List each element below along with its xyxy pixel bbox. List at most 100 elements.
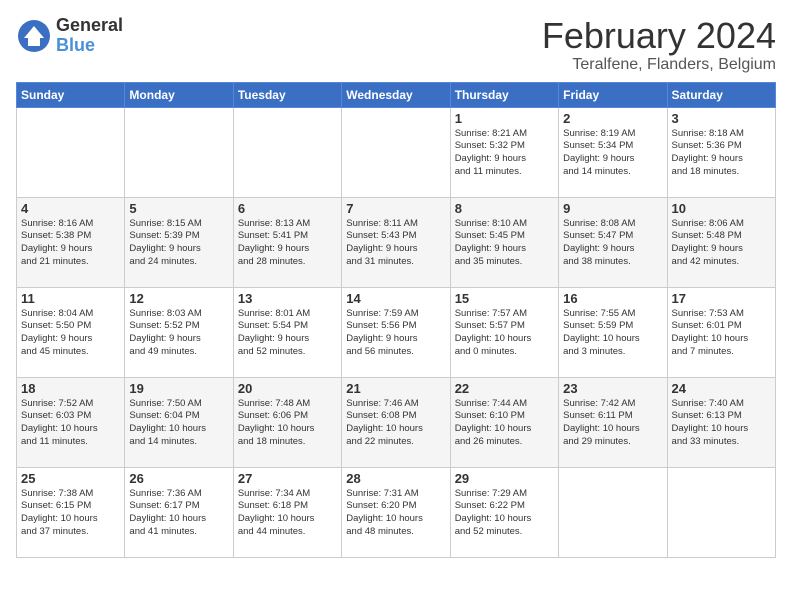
calendar-cell <box>667 467 775 557</box>
calendar-cell <box>125 107 233 197</box>
week-row-5: 25 Sunrise: 7:38 AM Sunset: 6:15 PM Dayli… <box>17 467 776 557</box>
calendar-subtitle: Teralfene, Flanders, Belgium <box>542 56 776 74</box>
day-header-saturday: Saturday <box>667 82 775 107</box>
day-info: Sunrise: 7:53 AM Sunset: 6:01 PM Dayligh… <box>672 308 771 359</box>
day-number: 24 <box>672 381 771 396</box>
day-number: 13 <box>238 291 337 306</box>
day-info: Sunrise: 7:31 AM Sunset: 6:20 PM Dayligh… <box>346 488 445 539</box>
day-info: Sunrise: 7:55 AM Sunset: 5:59 PM Dayligh… <box>563 308 662 359</box>
day-info: Sunrise: 8:13 AM Sunset: 5:41 PM Dayligh… <box>238 218 337 269</box>
day-number: 19 <box>129 381 228 396</box>
day-number: 15 <box>455 291 554 306</box>
day-header-sunday: Sunday <box>17 82 125 107</box>
day-info: Sunrise: 8:15 AM Sunset: 5:39 PM Dayligh… <box>129 218 228 269</box>
calendar-cell: 1 Sunrise: 8:21 AM Sunset: 5:32 PM Daylig… <box>450 107 558 197</box>
day-number: 28 <box>346 471 445 486</box>
calendar-cell: 16 Sunrise: 7:55 AM Sunset: 5:59 PM Dayli… <box>559 287 667 377</box>
calendar-cell: 14 Sunrise: 7:59 AM Sunset: 5:56 PM Dayli… <box>342 287 450 377</box>
day-info: Sunrise: 7:29 AM Sunset: 6:22 PM Dayligh… <box>455 488 554 539</box>
day-number: 14 <box>346 291 445 306</box>
calendar-cell: 9Sunrise: 8:08 AM Sunset: 5:47 PM Daylig… <box>559 197 667 287</box>
day-info: Sunrise: 8:16 AM Sunset: 5:38 PM Dayligh… <box>21 218 120 269</box>
day-info: Sunrise: 7:40 AM Sunset: 6:13 PM Dayligh… <box>672 398 771 449</box>
day-header-friday: Friday <box>559 82 667 107</box>
day-info: Sunrise: 7:42 AM Sunset: 6:11 PM Dayligh… <box>563 398 662 449</box>
logo: General Blue <box>16 16 123 56</box>
week-row-1: 1 Sunrise: 8:21 AM Sunset: 5:32 PM Daylig… <box>17 107 776 197</box>
logo-icon <box>16 18 52 54</box>
calendar-cell: 18 Sunrise: 7:52 AM Sunset: 6:03 PM Dayli… <box>17 377 125 467</box>
day-info: Sunrise: 7:48 AM Sunset: 6:06 PM Dayligh… <box>238 398 337 449</box>
calendar-cell: 27 Sunrise: 7:34 AM Sunset: 6:18 PM Dayli… <box>233 467 341 557</box>
title-section: February 2024 Teralfene, Flanders, Belgi… <box>542 16 776 74</box>
logo-general: General <box>56 16 123 36</box>
calendar-cell: 24 Sunrise: 7:40 AM Sunset: 6:13 PM Dayli… <box>667 377 775 467</box>
calendar-cell <box>559 467 667 557</box>
calendar-cell: 29Sunrise: 7:29 AM Sunset: 6:22 PM Dayli… <box>450 467 558 557</box>
day-number: 5 <box>129 201 228 216</box>
day-header-wednesday: Wednesday <box>342 82 450 107</box>
day-number: 17 <box>672 291 771 306</box>
week-row-3: 11 Sunrise: 8:04 AM Sunset: 5:50 PM Dayli… <box>17 287 776 377</box>
calendar-cell: 17 Sunrise: 7:53 AM Sunset: 6:01 PM Dayli… <box>667 287 775 377</box>
week-row-4: 18 Sunrise: 7:52 AM Sunset: 6:03 PM Dayli… <box>17 377 776 467</box>
calendar-cell: 22Sunrise: 7:44 AM Sunset: 6:10 PM Dayli… <box>450 377 558 467</box>
calendar-cell: 28 Sunrise: 7:31 AM Sunset: 6:20 PM Dayli… <box>342 467 450 557</box>
calendar-cell: 8Sunrise: 8:10 AM Sunset: 5:45 PM Daylig… <box>450 197 558 287</box>
day-info: Sunrise: 7:50 AM Sunset: 6:04 PM Dayligh… <box>129 398 228 449</box>
calendar-cell <box>342 107 450 197</box>
day-info: Sunrise: 8:21 AM Sunset: 5:32 PM Dayligh… <box>455 128 554 179</box>
day-number: 7 <box>346 201 445 216</box>
week-row-2: 4 Sunrise: 8:16 AM Sunset: 5:38 PM Daylig… <box>17 197 776 287</box>
day-info: Sunrise: 7:36 AM Sunset: 6:17 PM Dayligh… <box>129 488 228 539</box>
day-info: Sunrise: 7:57 AM Sunset: 5:57 PM Dayligh… <box>455 308 554 359</box>
day-number: 8 <box>455 201 554 216</box>
day-number: 27 <box>238 471 337 486</box>
calendar-cell: 25 Sunrise: 7:38 AM Sunset: 6:15 PM Dayli… <box>17 467 125 557</box>
day-info: Sunrise: 8:19 AM Sunset: 5:34 PM Dayligh… <box>563 128 662 179</box>
day-info: Sunrise: 8:18 AM Sunset: 5:36 PM Dayligh… <box>672 128 771 179</box>
page-header: General Blue February 2024 Teralfene, Fl… <box>16 16 776 74</box>
day-number: 2 <box>563 111 662 126</box>
calendar-cell <box>233 107 341 197</box>
calendar-cell: 13 Sunrise: 8:01 AM Sunset: 5:54 PM Dayli… <box>233 287 341 377</box>
day-info: Sunrise: 7:59 AM Sunset: 5:56 PM Dayligh… <box>346 308 445 359</box>
day-info: Sunrise: 8:06 AM Sunset: 5:48 PM Dayligh… <box>672 218 771 269</box>
day-number: 22 <box>455 381 554 396</box>
day-number: 9 <box>563 201 662 216</box>
calendar-cell: 10Sunrise: 8:06 AM Sunset: 5:48 PM Dayli… <box>667 197 775 287</box>
calendar-cell: 5 Sunrise: 8:15 AM Sunset: 5:39 PM Daylig… <box>125 197 233 287</box>
day-info: Sunrise: 7:34 AM Sunset: 6:18 PM Dayligh… <box>238 488 337 539</box>
day-number: 20 <box>238 381 337 396</box>
day-number: 12 <box>129 291 228 306</box>
day-number: 16 <box>563 291 662 306</box>
day-number: 11 <box>21 291 120 306</box>
day-info: Sunrise: 8:04 AM Sunset: 5:50 PM Dayligh… <box>21 308 120 359</box>
calendar-cell: 26 Sunrise: 7:36 AM Sunset: 6:17 PM Dayli… <box>125 467 233 557</box>
calendar-cell: 19 Sunrise: 7:50 AM Sunset: 6:04 PM Dayli… <box>125 377 233 467</box>
calendar-cell: 3 Sunrise: 8:18 AM Sunset: 5:36 PM Daylig… <box>667 107 775 197</box>
day-number: 25 <box>21 471 120 486</box>
day-header-thursday: Thursday <box>450 82 558 107</box>
day-info: Sunrise: 8:03 AM Sunset: 5:52 PM Dayligh… <box>129 308 228 359</box>
day-info: Sunrise: 7:52 AM Sunset: 6:03 PM Dayligh… <box>21 398 120 449</box>
day-number: 21 <box>346 381 445 396</box>
day-number: 26 <box>129 471 228 486</box>
day-headers: SundayMondayTuesdayWednesdayThursdayFrid… <box>17 82 776 107</box>
day-info: Sunrise: 7:38 AM Sunset: 6:15 PM Dayligh… <box>21 488 120 539</box>
calendar-table: SundayMondayTuesdayWednesdayThursdayFrid… <box>16 82 776 558</box>
day-info: Sunrise: 8:01 AM Sunset: 5:54 PM Dayligh… <box>238 308 337 359</box>
day-header-tuesday: Tuesday <box>233 82 341 107</box>
day-number: 4 <box>21 201 120 216</box>
logo-blue: Blue <box>56 36 123 56</box>
day-number: 3 <box>672 111 771 126</box>
calendar-cell: 15 Sunrise: 7:57 AM Sunset: 5:57 PM Dayli… <box>450 287 558 377</box>
calendar-title: February 2024 <box>542 16 776 56</box>
calendar-cell: 2 Sunrise: 8:19 AM Sunset: 5:34 PM Daylig… <box>559 107 667 197</box>
day-number: 1 <box>455 111 554 126</box>
calendar-cell: 23Sunrise: 7:42 AM Sunset: 6:11 PM Dayli… <box>559 377 667 467</box>
day-number: 18 <box>21 381 120 396</box>
day-info: Sunrise: 7:46 AM Sunset: 6:08 PM Dayligh… <box>346 398 445 449</box>
calendar-cell: 4 Sunrise: 8:16 AM Sunset: 5:38 PM Daylig… <box>17 197 125 287</box>
calendar-cell: 21 Sunrise: 7:46 AM Sunset: 6:08 PM Dayli… <box>342 377 450 467</box>
